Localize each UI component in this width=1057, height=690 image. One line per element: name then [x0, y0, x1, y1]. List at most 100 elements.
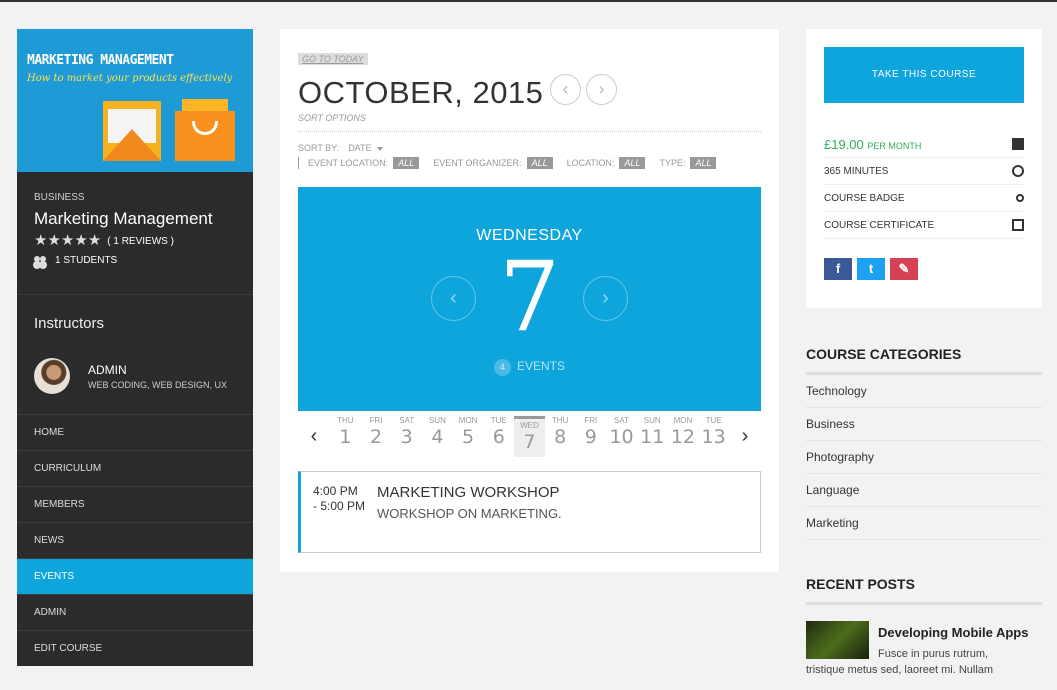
filter-value[interactable]: ALL [393, 157, 420, 169]
filter-location[interactable]: LOCATION: ALL [567, 157, 646, 169]
day-weekday: TUE [705, 415, 722, 425]
day-weekday: THU [337, 415, 354, 425]
shopping-bag-icon [175, 111, 235, 161]
day-item[interactable]: MON 5 [453, 416, 484, 457]
star-icon: ★ [47, 232, 61, 249]
month-title: OCTOBER, 2015 [298, 75, 544, 110]
filters: SORT BY: DATE EVENT LOCATION: ALL EVENT O… [298, 143, 730, 169]
nav-item-events[interactable]: EVENTS [17, 558, 253, 594]
prev-day-button[interactable]: ‹ [431, 276, 476, 321]
chevron-right-icon[interactable]: › [729, 425, 761, 448]
envelope-flap [103, 129, 161, 161]
category-technology[interactable]: Technology [806, 375, 1042, 408]
day-item[interactable]: FRI 2 [361, 416, 392, 457]
category-language[interactable]: Language [806, 474, 1042, 507]
day-item[interactable]: TUE 6 [483, 416, 514, 457]
post-excerpt: Fusce in purus rutrum, [878, 648, 989, 660]
filter-event-organizer[interactable]: EVENT ORGANIZER: ALL [433, 157, 553, 169]
course-certificate[interactable]: COURSE CERTIFICATE [824, 220, 934, 231]
day-item[interactable]: TUE 13 [698, 416, 729, 457]
day-item[interactable]: SUN 11 [637, 416, 668, 457]
instructor-name[interactable]: ADMIN [88, 363, 227, 377]
day-item[interactable]: FRI 9 [576, 416, 607, 457]
caret-down-icon [376, 146, 383, 151]
day-weekday: WED [520, 420, 539, 430]
day-number: 1 [339, 425, 352, 448]
day-item[interactable]: THU 1 [330, 416, 361, 457]
book-icon [1012, 138, 1024, 150]
day-item[interactable]: SAT 3 [391, 416, 422, 457]
day-number: 6 [492, 425, 505, 448]
pin-icon[interactable]: ✎ [890, 258, 918, 280]
day-number: 13 [701, 425, 726, 448]
event-card[interactable]: 4:00 PM - 5:00 PM MARKETING WORKSHOP WOR… [298, 471, 761, 553]
day-weekday: FRI [584, 415, 598, 425]
instructor-skills: WEB CODING, WEB DESIGN, UX [88, 379, 228, 390]
day-item[interactable]: THU 8 [545, 416, 576, 457]
nav-item-admin[interactable]: ADMIN [17, 594, 253, 630]
events-calendar: GO TO TODAY OCTOBER, 2015 ‹ › SORT OPTIO… [280, 29, 779, 572]
take-course-button[interactable]: TAKE THIS COURSE [824, 47, 1024, 103]
go-to-today-link[interactable]: GO TO TODAY [298, 53, 368, 65]
filter-value[interactable]: ALL [619, 157, 646, 169]
filter-label: EVENT ORGANIZER: [433, 158, 522, 168]
post-title[interactable]: Developing Mobile Apps [878, 625, 1028, 640]
day-weekday: MON [458, 415, 478, 425]
day-weekday: SUN [643, 415, 661, 425]
day-strip: ‹ THU 1 FRI 2 SAT 3 SUN 4 MON 5 TUE 6 WED 7 THU… [298, 411, 761, 461]
event-time-start: 4:00 PM [313, 484, 358, 498]
day-item[interactable]: MON 12 [668, 416, 699, 457]
sort-options-toggle[interactable]: SORT OPTIONS [298, 113, 366, 123]
events-count-badge: 4 [493, 359, 511, 376]
day-item[interactable]: SUN 4 [422, 416, 453, 457]
day-number: 11 [640, 425, 665, 448]
clock-icon [1012, 165, 1024, 177]
filter-value[interactable]: ALL [526, 157, 553, 169]
course-category[interactable]: BUSINESS [34, 192, 236, 203]
price-value: £19.00 [824, 136, 864, 152]
day-number: 8 [554, 425, 567, 448]
day-number: 9 [584, 425, 597, 448]
events-label: EVENTS [516, 359, 565, 373]
nav-item-curriculum[interactable]: CURRICULUM [17, 450, 253, 486]
course-rating: ★ ★ ★ ★ ★ ( 1 REVIEWS ) [34, 233, 236, 249]
nav-item-news[interactable]: NEWS [17, 522, 253, 558]
filter-event-location[interactable]: EVENT LOCATION: ALL [308, 157, 420, 169]
category-marketing[interactable]: Marketing [806, 507, 1042, 540]
next-month-button[interactable]: › [586, 74, 617, 105]
course-badge[interactable]: COURSE BADGE [824, 193, 905, 204]
prev-month-button[interactable]: ‹ [550, 74, 581, 105]
category-business[interactable]: Business [806, 408, 1042, 441]
next-day-button[interactable]: › [583, 276, 628, 321]
filter-type[interactable]: TYPE: ALL [659, 157, 717, 169]
nav-item-home[interactable]: HOME [17, 414, 253, 450]
price-row: £19.00 PER MONTH [824, 131, 1024, 158]
filter-value[interactable]: ALL [690, 157, 717, 169]
chevron-left-icon[interactable]: ‹ [298, 425, 330, 448]
day-number: 5 [462, 425, 475, 448]
star-icon: ★ [87, 232, 102, 249]
category-photography[interactable]: Photography [806, 441, 1042, 474]
filter-label: TYPE: [659, 158, 686, 168]
event-description: WORKSHOP ON MARKETING. [377, 506, 562, 521]
facebook-icon[interactable]: f [824, 258, 852, 280]
badge-icon [1016, 194, 1024, 202]
sort-by-label: SORT BY: [298, 143, 340, 153]
day-item-selected[interactable]: WED 7 [514, 415, 545, 457]
sort-by-select[interactable]: DATE [348, 143, 383, 153]
day-weekday: SAT [614, 415, 630, 425]
event-title[interactable]: MARKETING WORKSHOP [377, 484, 560, 501]
day-number: 4 [431, 425, 444, 448]
twitter-icon[interactable]: t [857, 258, 885, 280]
avatar[interactable] [34, 358, 70, 394]
nav-item-members[interactable]: MEMBERS [17, 486, 253, 522]
right-sidebar: TAKE THIS COURSE £19.00 PER MONTH 365 MI… [806, 29, 1042, 678]
instructor-row[interactable]: ADMIN WEB CODING, WEB DESIGN, UX [34, 358, 236, 394]
post-thumbnail[interactable] [806, 621, 869, 659]
course-nav: HOME CURRICULUM MEMBERS NEWS EVENTS ADMI… [17, 414, 253, 666]
nav-item-edit-course[interactable]: EDIT COURSE [17, 630, 253, 666]
event-time: 4:00 PM - 5:00 PM [313, 484, 365, 514]
day-item[interactable]: SAT 10 [606, 416, 637, 457]
recent-post[interactable]: Developing Mobile Apps Fusce in purus ru… [806, 621, 1042, 662]
events-count[interactable]: 4 EVENTS [298, 359, 761, 376]
